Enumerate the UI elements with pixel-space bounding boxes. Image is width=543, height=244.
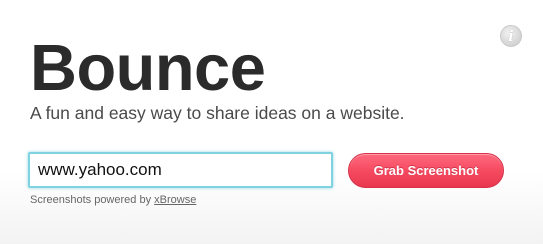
xbrowse-link[interactable]: xBrowse xyxy=(154,194,196,206)
info-icon[interactable]: i xyxy=(500,25,522,47)
grab-screenshot-button[interactable]: Grab Screenshot xyxy=(348,153,504,188)
powered-by-text: Screenshots powered by xyxy=(30,194,155,206)
app-title: Bounce xyxy=(30,31,266,104)
powered-by-note: Screenshots powered by xBrowse xyxy=(30,193,196,207)
url-input[interactable] xyxy=(28,152,333,188)
app-tagline: A fun and easy way to share ideas on a w… xyxy=(30,103,405,123)
